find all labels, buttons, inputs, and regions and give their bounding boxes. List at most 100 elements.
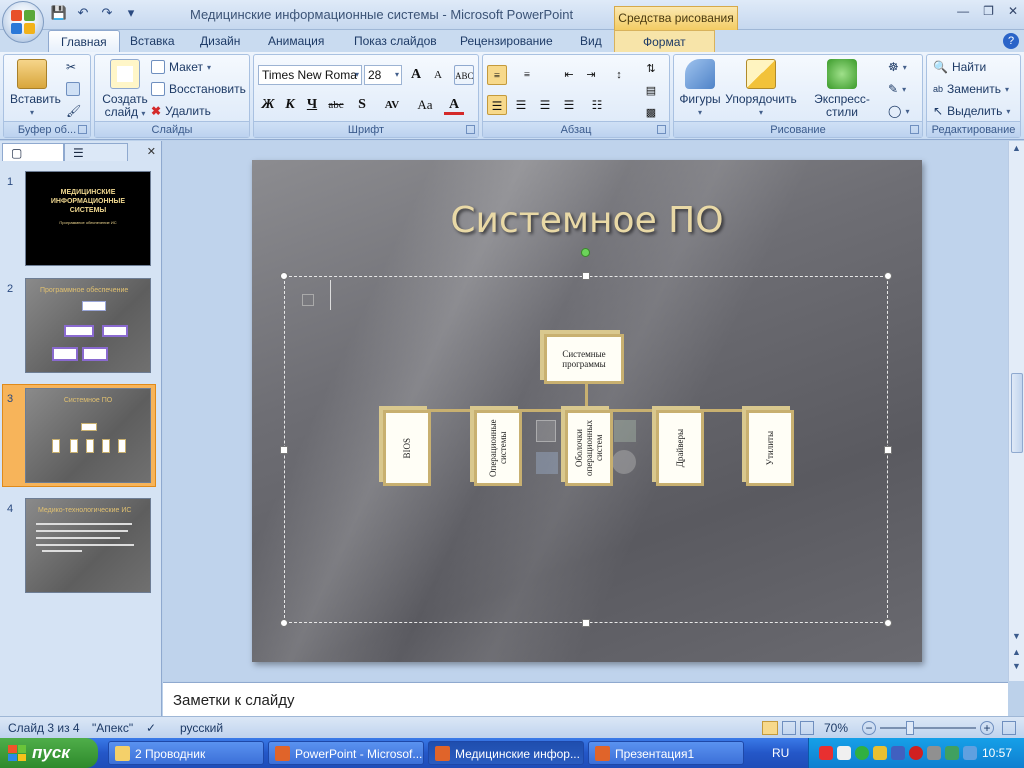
tab-home[interactable]: Главная	[48, 30, 120, 52]
tab-format[interactable]: Формат	[614, 30, 715, 52]
replace-button[interactable]: ab Заменить ▾	[933, 79, 1009, 99]
tray-sync-icon[interactable]	[945, 746, 959, 760]
resize-handle[interactable]	[884, 446, 892, 454]
resize-handle[interactable]	[582, 619, 590, 627]
slide-thumbnail-4[interactable]: Медико-технологические ИС	[25, 498, 151, 593]
tab-outline-view[interactable]: ☰	[64, 143, 128, 161]
tab-view[interactable]: Вид	[576, 30, 606, 52]
strikethrough-button[interactable]: abc	[326, 95, 346, 115]
node-utilities[interactable]: Утилиты	[746, 410, 794, 486]
tab-slideshow[interactable]: Показ слайдов	[350, 30, 441, 52]
font-size-combo[interactable]: 28 ▾	[364, 65, 402, 85]
close-icon[interactable]: ✕	[1008, 4, 1018, 18]
slide-sorter-icon[interactable]	[782, 721, 796, 735]
tray-update-icon[interactable]	[963, 746, 977, 760]
resize-handle[interactable]	[280, 446, 288, 454]
antivirus-icon[interactable]	[819, 746, 833, 760]
clear-format-icon[interactable]: ABC	[454, 65, 474, 85]
shapes-button[interactable]: Фигуры ▾	[678, 59, 722, 119]
spellcheck-icon[interactable]: ✓	[146, 721, 156, 735]
line-spacing-icon[interactable]: ↕	[609, 65, 629, 85]
tab-insert[interactable]: Вставка	[126, 30, 179, 52]
align-center-icon[interactable]: ☰	[511, 95, 531, 115]
align-text-icon[interactable]: ▤	[641, 81, 661, 101]
scroll-thumb[interactable]	[1011, 373, 1023, 453]
grow-font-button[interactable]: A	[406, 65, 426, 85]
resize-handle[interactable]	[884, 272, 892, 280]
insert-table-icon[interactable]	[536, 420, 556, 442]
underline-button[interactable]: Ч	[302, 95, 322, 115]
tray-utility-icon[interactable]	[927, 746, 941, 760]
paste-button[interactable]: Вставить ▾	[10, 59, 61, 119]
tray-app-icon[interactable]	[891, 746, 905, 760]
cut-button[interactable]: ✂	[66, 57, 76, 77]
resize-handle[interactable]	[582, 272, 590, 280]
justify-icon[interactable]: ☰	[559, 95, 579, 115]
drawing-launcher-icon[interactable]	[910, 125, 919, 134]
customize-qat-icon[interactable]: ▾	[122, 4, 140, 22]
task-medical-is[interactable]: Медицинские инфор...	[428, 741, 584, 765]
char-spacing-button[interactable]: AV	[376, 95, 408, 115]
insert-picture-icon[interactable]	[536, 452, 558, 474]
task-powerpoint[interactable]: PowerPoint - Microsof...	[268, 741, 424, 765]
shadow-button[interactable]: S	[352, 95, 372, 115]
task-presentation1[interactable]: Презентация1	[588, 741, 744, 765]
office-button[interactable]	[2, 1, 44, 43]
slideshow-view-icon[interactable]	[800, 721, 814, 735]
bold-button[interactable]: Ж	[258, 95, 278, 115]
zoom-out-icon[interactable]: −	[862, 721, 876, 735]
restore-icon[interactable]: ❐	[983, 4, 994, 18]
shrink-font-button[interactable]: A	[428, 65, 448, 85]
paragraph-launcher-icon[interactable]	[657, 125, 666, 134]
bullets-icon[interactable]: ≡	[487, 65, 507, 85]
new-slide-button[interactable]: Создать слайд ▾	[99, 59, 151, 120]
minimize-icon[interactable]: —	[957, 4, 969, 18]
zoom-slider-track[interactable]	[880, 727, 976, 729]
tab-animation[interactable]: Анимация	[264, 30, 328, 52]
save-icon[interactable]: 💾	[50, 4, 68, 22]
insert-chart-icon[interactable]	[614, 420, 636, 442]
decrease-indent-icon[interactable]: ⇤	[559, 65, 579, 85]
input-language[interactable]: RU	[772, 746, 789, 760]
increase-indent-icon[interactable]: ⇥	[581, 65, 601, 85]
volume-icon[interactable]	[873, 746, 887, 760]
node-drivers[interactable]: Драйверы	[656, 410, 704, 486]
format-painter-button[interactable]: 🖌	[66, 101, 81, 121]
fit-to-window-icon[interactable]	[1002, 721, 1016, 735]
node-operating-systems[interactable]: Операционные системы	[474, 410, 522, 486]
node-bios[interactable]: BIOS	[383, 410, 431, 486]
tab-design[interactable]: Дизайн	[196, 30, 244, 52]
zoom-level[interactable]: 70%	[824, 721, 848, 735]
arrange-button[interactable]: Упорядочить ▾	[724, 59, 798, 119]
node-os-shells[interactable]: Оболочки операционных систем	[565, 410, 613, 486]
zoom-in-icon[interactable]: +	[980, 721, 994, 735]
start-button[interactable]: пуск	[0, 738, 98, 768]
prev-slide-icon[interactable]: ▲	[1012, 647, 1021, 657]
next-slide-icon[interactable]: ▼	[1012, 661, 1021, 671]
node-system-programs[interactable]: Системные программы	[544, 334, 624, 384]
tab-review[interactable]: Рецензирование	[456, 30, 557, 52]
italic-button[interactable]: К	[280, 95, 300, 115]
scroll-up-icon[interactable]: ▲	[1012, 143, 1021, 153]
network-icon[interactable]	[837, 746, 851, 760]
text-direction-icon[interactable]: ⇅	[641, 59, 661, 79]
copy-button[interactable]	[66, 79, 80, 99]
columns-icon[interactable]: ☷	[587, 95, 607, 115]
language-label[interactable]: русский	[180, 721, 223, 735]
align-left-icon[interactable]: ☰	[487, 95, 507, 115]
delete-slide-button[interactable]: ✖ Удалить	[151, 101, 211, 121]
shape-outline-button[interactable]: ✎ ▾	[888, 79, 906, 99]
layout-button[interactable]: Макет ▾	[151, 57, 211, 77]
slide-thumbnail-2[interactable]: Программное обеспечение	[25, 278, 151, 373]
resize-handle[interactable]	[280, 272, 288, 280]
change-case-button[interactable]: Aa	[412, 95, 438, 115]
insert-media-icon[interactable]	[612, 450, 636, 474]
text-pane-toggle-icon[interactable]	[302, 294, 314, 306]
undo-icon[interactable]: ↶	[74, 4, 92, 22]
skype-icon[interactable]	[855, 746, 869, 760]
scroll-down-icon[interactable]: ▼	[1012, 631, 1021, 641]
normal-view-icon[interactable]	[762, 721, 778, 735]
notes-pane[interactable]: Заметки к слайду	[163, 682, 1008, 716]
shape-effects-button[interactable]: ◯ ▾	[888, 101, 909, 121]
clipboard-launcher-icon[interactable]	[78, 125, 87, 134]
